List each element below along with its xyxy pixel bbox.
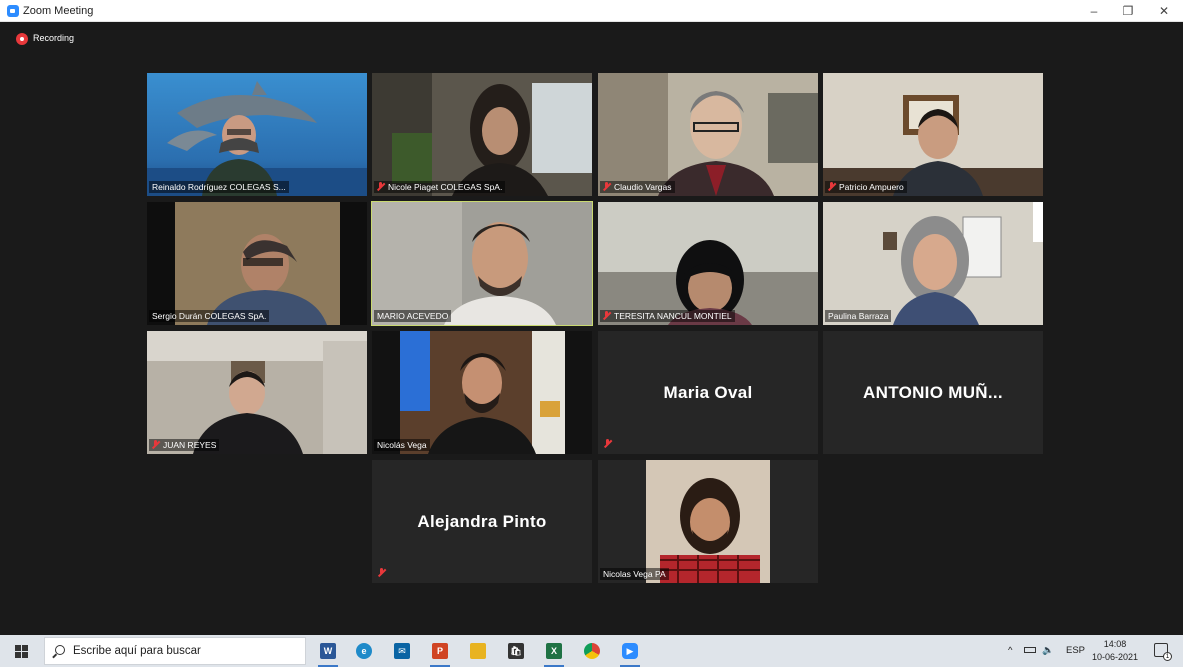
participant-tile[interactable]: Nicolás Vega bbox=[372, 331, 592, 454]
taskbar-app-excel[interactable]: X bbox=[542, 639, 566, 667]
zoom-window: Zoom Meeting – ❐ ✕ Recording Reinaldo Ro… bbox=[0, 0, 1183, 667]
recording-label: Recording bbox=[33, 33, 75, 43]
notification-count: 1 bbox=[1163, 652, 1172, 661]
participant-tile[interactable]: Sergio Durán COLEGAS SpA. bbox=[147, 202, 367, 325]
participant-video bbox=[147, 73, 367, 196]
muted-mic-icon bbox=[604, 439, 612, 448]
participant-name: Patricio Ampuero bbox=[825, 181, 907, 193]
participant-tile[interactable]: Patricio Ampuero bbox=[823, 73, 1043, 196]
participant-video bbox=[372, 202, 592, 325]
title-bar: Zoom Meeting – ❐ ✕ bbox=[0, 0, 1183, 22]
taskbar-app-chrome[interactable] bbox=[580, 639, 604, 663]
participant-name: Sergio Durán COLEGAS SpA. bbox=[149, 310, 270, 322]
close-button[interactable]: ✕ bbox=[1146, 2, 1182, 20]
muted-mic-icon bbox=[603, 311, 611, 320]
notifications-icon[interactable]: 1 bbox=[1154, 643, 1172, 661]
taskbar-app-powerpoint[interactable]: P bbox=[428, 639, 452, 667]
muted-mic-icon bbox=[152, 440, 160, 449]
participant-name: Nicolás Vega bbox=[374, 439, 430, 451]
participant-tile[interactable]: ANTONIO MUÑ... bbox=[823, 331, 1043, 454]
participant-tile-active-speaker[interactable]: MARIO ACEVEDO bbox=[371, 201, 593, 326]
search-input[interactable] bbox=[73, 642, 293, 660]
participant-name: Reinaldo Rodríguez COLEGAS S... bbox=[149, 181, 289, 193]
minimize-button[interactable]: – bbox=[1076, 2, 1112, 20]
maximize-button[interactable]: ❐ bbox=[1110, 2, 1146, 20]
taskbar-app-file-explorer[interactable] bbox=[466, 639, 490, 663]
language-indicator[interactable]: ESP bbox=[1066, 635, 1085, 667]
participant-name: Nicole Piaget COLEGAS SpA. bbox=[374, 181, 506, 193]
windows-logo-icon bbox=[22, 645, 28, 651]
participant-video bbox=[598, 460, 818, 583]
windows-start-button[interactable] bbox=[0, 635, 42, 667]
participant-tile[interactable]: JUAN REYES bbox=[147, 331, 367, 454]
participant-tile[interactable]: Reinaldo Rodríguez COLEGAS S... bbox=[147, 73, 367, 196]
word-icon: W bbox=[320, 643, 336, 659]
windows-logo-icon bbox=[22, 652, 28, 658]
participant-name: TERESITA NANCUL MONTIEL bbox=[600, 310, 735, 322]
participant-video bbox=[823, 73, 1043, 196]
edge-icon: e bbox=[356, 643, 372, 659]
participant-tile[interactable]: Alejandra Pinto bbox=[372, 460, 592, 583]
window-title: Zoom Meeting bbox=[23, 5, 94, 17]
participant-tile[interactable]: Claudio Vargas bbox=[598, 73, 818, 196]
taskbar-clock[interactable]: 14:08 10-06-2021 bbox=[1090, 638, 1140, 664]
battery-icon[interactable] bbox=[1024, 635, 1036, 667]
participant-tile[interactable]: Paulina Barraza bbox=[823, 202, 1043, 325]
taskbar-app-zoom[interactable]: ▶ bbox=[618, 639, 642, 667]
tray-overflow-chevron-icon[interactable]: ^ bbox=[1008, 635, 1012, 667]
participant-video bbox=[598, 202, 818, 325]
muted-mic-icon bbox=[828, 182, 836, 191]
participant-name: Claudio Vargas bbox=[600, 181, 675, 193]
taskbar-search-box[interactable] bbox=[44, 637, 306, 665]
excel-icon: X bbox=[546, 643, 562, 659]
recording-icon bbox=[16, 33, 28, 45]
participant-video bbox=[147, 331, 367, 454]
participant-tile[interactable]: Nicole Piaget COLEGAS SpA. bbox=[372, 73, 592, 196]
participant-tile[interactable]: Maria Oval bbox=[598, 331, 818, 454]
chrome-icon bbox=[584, 643, 600, 659]
taskbar-app-edge[interactable]: e bbox=[352, 639, 376, 663]
participant-video bbox=[823, 202, 1043, 325]
mail-icon: ✉ bbox=[394, 643, 410, 659]
participant-name: Nicolas Vega PA bbox=[600, 568, 669, 580]
muted-mic-icon bbox=[603, 182, 611, 191]
participant-name: JUAN REYES bbox=[149, 439, 220, 451]
participant-name-placeholder: Alejandra Pinto bbox=[417, 511, 547, 531]
clock-date: 10-06-2021 bbox=[1091, 652, 1139, 662]
taskbar-app-store[interactable]: 🛍 bbox=[504, 639, 528, 663]
participant-video bbox=[372, 331, 592, 454]
windows-taskbar: W e ✉ P 🛍 X ▶ ^ 🔈 ESP 14:08 10-06-2021 1 bbox=[0, 635, 1183, 667]
participant-tile[interactable]: TERESITA NANCUL MONTIEL bbox=[598, 202, 818, 325]
store-icon: 🛍 bbox=[508, 643, 524, 659]
windows-logo-icon bbox=[15, 652, 21, 658]
search-icon bbox=[55, 645, 65, 655]
participant-video bbox=[147, 202, 367, 325]
participant-name-placeholder: ANTONIO MUÑ... bbox=[863, 382, 1003, 402]
muted-mic-icon bbox=[377, 182, 385, 191]
file-explorer-icon bbox=[470, 643, 486, 659]
participant-name: Paulina Barraza bbox=[825, 310, 892, 322]
powerpoint-icon: P bbox=[432, 643, 448, 659]
participant-name-placeholder: Maria Oval bbox=[663, 382, 753, 402]
muted-mic-icon bbox=[378, 568, 386, 577]
windows-logo-icon bbox=[15, 645, 21, 651]
clock-time: 14:08 bbox=[1103, 639, 1127, 649]
participant-name: MARIO ACEVEDO bbox=[374, 310, 452, 322]
meeting-area: Recording Reinaldo Rodríguez COLEGAS S..… bbox=[6, 22, 1177, 635]
participant-video bbox=[372, 73, 592, 196]
taskbar-app-word[interactable]: W bbox=[316, 639, 340, 667]
participant-tile[interactable]: Nicolas Vega PA bbox=[598, 460, 818, 583]
zoom-app-icon bbox=[7, 5, 19, 17]
taskbar-app-mail[interactable]: ✉ bbox=[390, 639, 414, 663]
participant-video bbox=[598, 73, 818, 196]
volume-icon[interactable]: 🔈 bbox=[1042, 635, 1054, 667]
zoom-icon: ▶ bbox=[622, 643, 638, 659]
